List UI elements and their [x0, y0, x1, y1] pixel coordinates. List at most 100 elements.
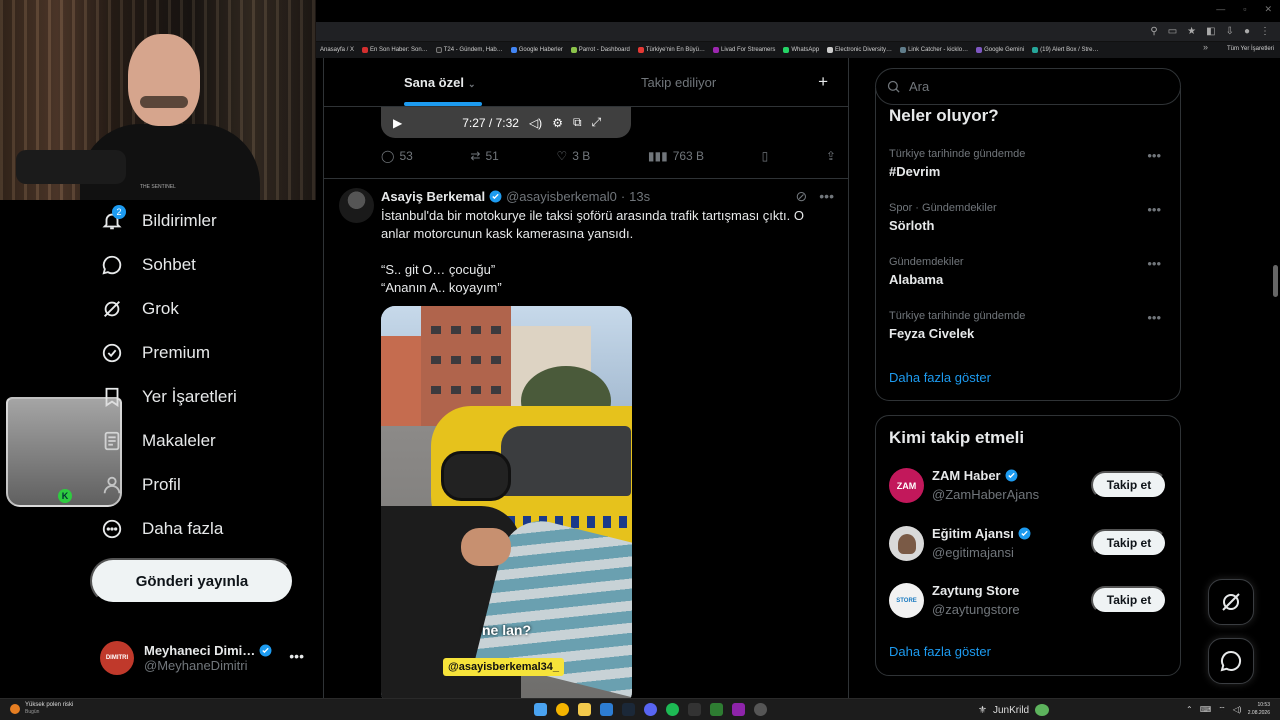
pip-icon[interactable]: ⧉	[573, 115, 582, 130]
start-icon[interactable]	[534, 703, 547, 716]
chevron-up-icon[interactable]: ⌃	[1186, 705, 1193, 715]
ellipsis-icon[interactable]: •••	[1147, 256, 1161, 271]
ellipsis-icon[interactable]: •••	[819, 188, 834, 205]
trend-item[interactable]: Gündemdekiler Alabama •••	[889, 256, 1169, 287]
app-icon[interactable]	[710, 703, 723, 716]
site-icon	[637, 47, 644, 53]
fullscreen-icon[interactable]: ⤢	[592, 115, 602, 130]
site-icon	[570, 47, 577, 53]
taskbar-user[interactable]: ⚜ JunKrild	[978, 704, 1050, 716]
steam-icon[interactable]	[622, 703, 635, 716]
trend-item[interactable]: Spor · Gündemdekiler Sörloth •••	[889, 202, 1169, 233]
bookmark-button[interactable]: ▯	[762, 149, 769, 163]
post-button[interactable]: Gönderi yayınla	[90, 558, 294, 604]
folder-icon[interactable]	[578, 703, 591, 716]
minimize-icon[interactable]: —	[1216, 4, 1225, 15]
bookmark-item[interactable]: WhatsApp	[783, 47, 819, 53]
ellipsis-icon[interactable]: •••	[1147, 310, 1161, 325]
nav-item-more[interactable]: Daha fazla	[100, 514, 223, 544]
grok-icon[interactable]: ⊘	[796, 188, 808, 205]
nav-item-chat[interactable]: Sohbet	[100, 250, 196, 280]
messages-floating-button[interactable]	[1208, 638, 1254, 684]
bookmark-item[interactable]: (19) Alert Box / Stre…	[1032, 47, 1098, 53]
bookmarks-overflow-button[interactable]: »	[1203, 42, 1208, 52]
bookmark-item[interactable]: T24 - Gündem, Hab…	[435, 47, 503, 53]
downloads-icon[interactable]: ⇩	[1226, 26, 1234, 37]
nav-item-notifications[interactable]: 2 Bildirimler	[100, 205, 217, 236]
spotify-icon[interactable]	[666, 703, 679, 716]
trend-item[interactable]: Türkiye tarihinde gündemde #Devrim •••	[889, 148, 1169, 179]
extensions-icon[interactable]: ◧	[1206, 26, 1215, 37]
follow-suggestion[interactable]: ZAM ZAM Haber @ZamHaberAjans Takip et	[889, 468, 1169, 508]
star-icon[interactable]: ★	[1187, 26, 1196, 37]
post-video[interactable]: ne lan? @asayisberkemal34_	[381, 306, 632, 698]
nav-item-premium[interactable]: Premium	[100, 338, 210, 368]
views-button[interactable]: ▮▮▮ 763 B	[648, 149, 704, 163]
speaker-icon[interactable]: ◁)	[1233, 705, 1242, 715]
author-name[interactable]: Asayiş Berkemal	[381, 189, 485, 204]
repost-button[interactable]: ⇄ 51	[470, 149, 498, 163]
views-icon: ▮▮▮	[647, 149, 668, 163]
cast-icon[interactable]: ▭	[1168, 26, 1177, 37]
app-icon[interactable]	[732, 703, 745, 716]
profile-icon[interactable]: ●	[1244, 26, 1250, 37]
bookmark-item[interactable]: Google Gemini	[976, 47, 1024, 53]
tab-for-you[interactable]: Sana özel ⌄	[404, 75, 476, 90]
bookmark-item[interactable]: Anasayfa / X	[320, 47, 354, 53]
bookmark-item[interactable]: Parrot - Dashboard	[570, 47, 630, 53]
maximize-icon[interactable]: ▫	[1243, 4, 1246, 15]
network-icon[interactable]: ⌨	[1200, 705, 1212, 715]
share-button[interactable]: ⇪	[826, 149, 836, 163]
play-icon[interactable]: ▶	[393, 116, 402, 130]
page-scrollbar[interactable]	[1273, 265, 1278, 297]
volume-icon[interactable]: ◁)	[529, 116, 542, 130]
account-switcher[interactable]: DIMITRI Meyhaneci Dimi… @MeyhaneDimitri …	[100, 636, 314, 680]
ellipsis-icon[interactable]: •••	[1147, 148, 1161, 163]
address-bar[interactable]: ⚲ ▭ ★ ◧ ⇩ ● ⋮	[316, 22, 1280, 42]
show-more-link[interactable]: Daha fazla göster	[889, 644, 991, 659]
zoom-icon[interactable]: ⚲	[1150, 26, 1157, 37]
clock[interactable]: 10:53 2.08.2026	[1248, 701, 1270, 717]
heart-icon: ♡	[556, 149, 568, 163]
video-player-controls: ▶ 7:27 / 7:32 ◁) ⚙ ⧉ ⤢	[381, 107, 631, 138]
wifi-icon[interactable]: ⌔	[1218, 705, 1226, 715]
bookmark-item[interactable]: Livad For Streamers	[713, 47, 775, 53]
plus-icon[interactable]: +	[818, 72, 828, 92]
close-icon[interactable]: ✕	[1264, 4, 1272, 15]
reply-button[interactable]: ◯ 53	[381, 149, 413, 163]
follow-button[interactable]: Takip et	[1091, 471, 1167, 499]
app-icon[interactable]	[754, 703, 767, 716]
follow-button[interactable]: Takip et	[1091, 529, 1167, 557]
avatar[interactable]	[339, 188, 374, 223]
all-bookmarks-folder[interactable]: Tüm Yer İşaretleri	[1227, 46, 1274, 52]
nav-item-grok[interactable]: Grok	[100, 294, 179, 324]
settings-icon[interactable]: ⚙	[552, 116, 563, 130]
bookmark-item[interactable]: Link Catcher - kicklo…	[900, 47, 968, 53]
feed-tabs: Sana özel ⌄ Takip ediliyor +	[324, 58, 848, 107]
ellipsis-icon[interactable]: •••	[1147, 202, 1161, 217]
bookmark-item[interactable]: Türkiye'nin En Büyü…	[637, 47, 705, 53]
discord-icon[interactable]	[644, 703, 657, 716]
follow-suggestion[interactable]: Eğitim Ajansı @egitimajansi Takip et	[889, 526, 1169, 566]
suggestion-name: Zaytung Store	[932, 583, 1020, 598]
window-controls[interactable]: — ▫ ✕	[1216, 4, 1272, 15]
weather-widget[interactable]: Yüksek polen riski Bugün	[10, 702, 73, 716]
bookmark-item[interactable]: En Son Haber: Son…	[362, 47, 428, 53]
follow-suggestion[interactable]: STORE Zaytung Store @zaytungstore Takip …	[889, 583, 1169, 623]
epic-games-icon[interactable]	[688, 703, 701, 716]
follow-button[interactable]: Takip et	[1091, 586, 1167, 614]
kick-logo-icon: K	[58, 489, 72, 503]
chrome-icon[interactable]	[556, 703, 569, 716]
grok-floating-button[interactable]	[1208, 579, 1254, 625]
post-time[interactable]: 13s	[629, 189, 650, 204]
bookmark-item[interactable]: Google Haberler	[510, 47, 563, 53]
kebab-menu-icon[interactable]: ⋮	[1260, 26, 1270, 37]
tab-following[interactable]: Takip ediliyor	[641, 75, 716, 90]
trend-item[interactable]: Türkiye tarihinde gündemde Feyza Civelek…	[889, 310, 1169, 341]
app-icon[interactable]	[600, 703, 613, 716]
bookmark-item[interactable]: Electronic Diversity…	[827, 47, 892, 53]
like-button[interactable]: ♡ 3 B	[556, 149, 590, 163]
author-handle[interactable]: @asayisberkemal0	[506, 189, 617, 204]
show-more-link[interactable]: Daha fazla göster	[889, 370, 991, 385]
ellipsis-icon[interactable]: •••	[289, 648, 304, 664]
